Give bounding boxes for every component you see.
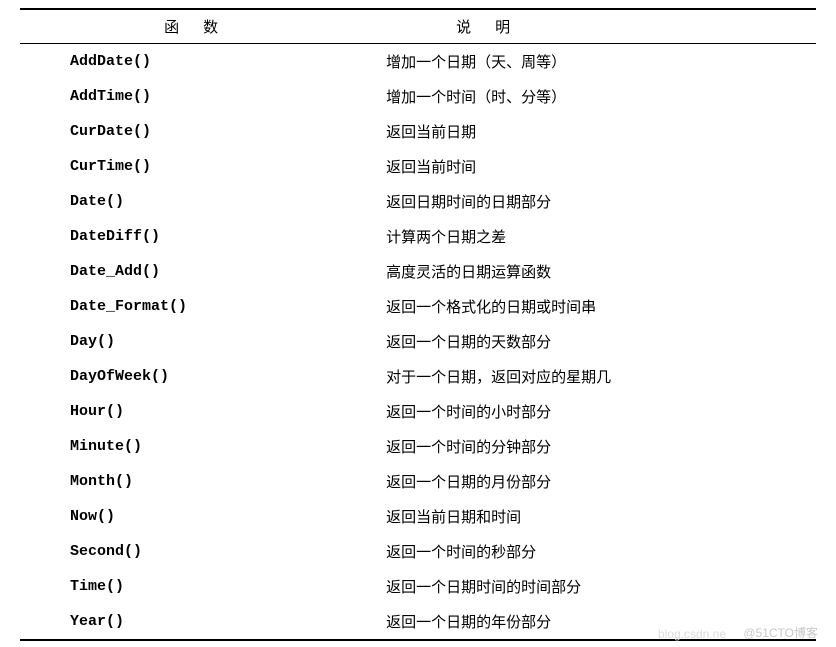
function-description: 返回一个日期的天数部分 — [386, 324, 816, 359]
function-description: 返回当前时间 — [386, 149, 816, 184]
function-description: 返回一个时间的小时部分 — [386, 394, 816, 429]
table-row: Month() 返回一个日期的月份部分 — [20, 464, 816, 499]
table-row: AddTime() 增加一个时间（时、分等） — [20, 79, 816, 114]
table-row: Minute() 返回一个时间的分钟部分 — [20, 429, 816, 464]
function-name: Now() — [20, 499, 386, 534]
table-row: DayOfWeek() 对于一个日期，返回对应的星期几 — [20, 359, 816, 394]
function-description: 计算两个日期之差 — [386, 219, 816, 254]
table-row: CurTime() 返回当前时间 — [20, 149, 816, 184]
function-description: 增加一个时间（时、分等） — [386, 79, 816, 114]
function-description: 对于一个日期，返回对应的星期几 — [386, 359, 816, 394]
function-description: 返回一个时间的分钟部分 — [386, 429, 816, 464]
function-name: Second() — [20, 534, 386, 569]
table-row: Date() 返回日期时间的日期部分 — [20, 184, 816, 219]
function-description: 返回当前日期 — [386, 114, 816, 149]
function-name: Minute() — [20, 429, 386, 464]
table-body: AddDate() 增加一个日期（天、周等） AddTime() 增加一个时间（… — [20, 44, 816, 641]
table-row: AddDate() 增加一个日期（天、周等） — [20, 44, 816, 80]
table-row: Now() 返回当前日期和时间 — [20, 499, 816, 534]
function-description: 增加一个日期（天、周等） — [386, 44, 816, 80]
function-description: 返回当前日期和时间 — [386, 499, 816, 534]
function-description: 返回一个日期的年份部分 — [386, 604, 816, 640]
function-name: CurTime() — [20, 149, 386, 184]
function-name: Day() — [20, 324, 386, 359]
function-description: 返回一个时间的秒部分 — [386, 534, 816, 569]
table-header-row: 函数 说明 — [20, 9, 816, 44]
function-name: Date_Add() — [20, 254, 386, 289]
function-name: DayOfWeek() — [20, 359, 386, 394]
function-description: 返回一个格式化的日期或时间串 — [386, 289, 816, 324]
table-row: Time() 返回一个日期时间的时间部分 — [20, 569, 816, 604]
header-description: 说明 — [386, 9, 816, 44]
function-name: Month() — [20, 464, 386, 499]
function-description: 返回日期时间的日期部分 — [386, 184, 816, 219]
header-function: 函数 — [20, 9, 386, 44]
table-row: Date_Add() 高度灵活的日期运算函数 — [20, 254, 816, 289]
function-reference-table: 函数 说明 AddDate() 增加一个日期（天、周等） AddTime() 增… — [20, 8, 816, 641]
function-name: Date_Format() — [20, 289, 386, 324]
function-name: CurDate() — [20, 114, 386, 149]
function-description: 返回一个日期的月份部分 — [386, 464, 816, 499]
table-row: Day() 返回一个日期的天数部分 — [20, 324, 816, 359]
function-name: AddTime() — [20, 79, 386, 114]
table-row: DateDiff() 计算两个日期之差 — [20, 219, 816, 254]
table-row: Year() 返回一个日期的年份部分 — [20, 604, 816, 640]
function-name: Date() — [20, 184, 386, 219]
function-description: 高度灵活的日期运算函数 — [386, 254, 816, 289]
function-name: AddDate() — [20, 44, 386, 80]
function-name: Time() — [20, 569, 386, 604]
table-row: CurDate() 返回当前日期 — [20, 114, 816, 149]
function-name: DateDiff() — [20, 219, 386, 254]
function-name: Hour() — [20, 394, 386, 429]
function-name: Year() — [20, 604, 386, 640]
table-row: Hour() 返回一个时间的小时部分 — [20, 394, 816, 429]
function-description: 返回一个日期时间的时间部分 — [386, 569, 816, 604]
table-row: Date_Format() 返回一个格式化的日期或时间串 — [20, 289, 816, 324]
table-row: Second() 返回一个时间的秒部分 — [20, 534, 816, 569]
